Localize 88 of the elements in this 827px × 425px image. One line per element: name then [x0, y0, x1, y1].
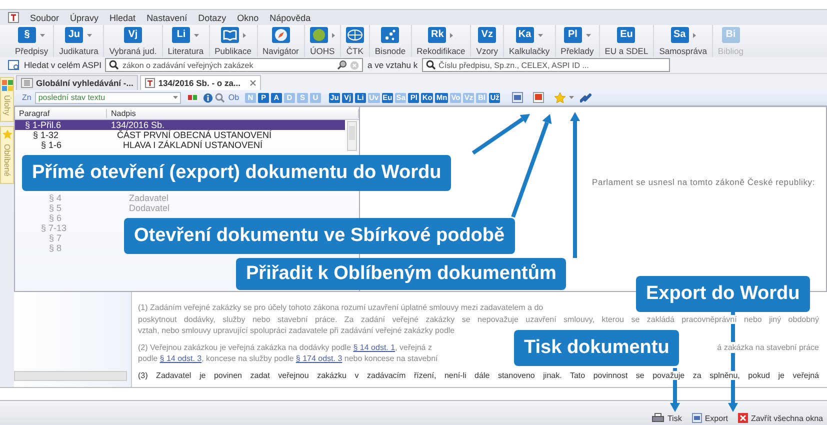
printer-icon [652, 413, 664, 423]
caret-icon [173, 96, 178, 99]
word-document-icon [512, 92, 524, 103]
close-icon[interactable] [250, 80, 256, 86]
relation-input[interactable]: Číslu předpisu, Sp.zn., CELEX, ASPI ID ... [438, 60, 666, 70]
menu-item[interactable]: Okno [237, 12, 259, 22]
ribbon-icon: Ka [516, 27, 534, 43]
toolbar-button[interactable]: Ob [228, 93, 240, 102]
preamble-text: Parlament se usnesl na tomto zákoně České republiky: [592, 177, 816, 187]
callout-label: Přiřadit k Oblíbeným dokumentům [236, 258, 566, 290]
ribbon-icon: Ju [65, 27, 84, 43]
document-text: á zakázka na stavební práce [717, 342, 819, 353]
ribbon-button[interactable]: ČTK [340, 25, 370, 57]
search-icon [215, 92, 226, 102]
list-icon [21, 78, 33, 88]
tab[interactable]: 134/2016 Sb. - o za... [140, 75, 261, 90]
section-link[interactable]: § 14 odst. 1 [353, 342, 396, 352]
link-icon [580, 92, 592, 102]
pdf-document-icon [533, 92, 544, 103]
document-text: vztah, nebo smlouvy upravující spolupráci zadavatele při zadávání veřejné zakázky podle [138, 326, 455, 335]
book-icon [220, 27, 239, 43]
heading-cell[interactable]: 134/2016 Sb. [107, 120, 345, 130]
ribbon-icon: Vj [124, 27, 142, 43]
ribbon-icon: Bi [722, 27, 740, 43]
magnifier-icon [337, 60, 348, 70]
menu-item[interactable]: Úpravy [70, 12, 99, 22]
version-dropdown[interactable]: poslední stav textu [35, 92, 182, 104]
document-text: (3) Zadavatel je povinen zadat veřejnou zakázku v zadávacím řízení, není-li dále stanoveno jinak. Tato povinnost se považuje za splněnu, pokud je veřejná [138, 370, 819, 380]
globe-icon [346, 27, 364, 43]
version-label: Zn [22, 93, 32, 102]
badge-icon [310, 27, 328, 43]
search-icon [109, 60, 120, 70]
paragraph-cell[interactable]: § 1-6 [15, 140, 107, 150]
ribbon-icon: Sa [670, 27, 689, 43]
paragraph-cell[interactable]: § 1-Přil.6 [15, 120, 107, 130]
menu-item[interactable]: Soubor [30, 12, 60, 22]
scrollbar[interactable] [347, 121, 357, 151]
flag-icon [187, 93, 202, 102]
search-input[interactable]: zákon o zadávání veřejných zakázek [122, 60, 334, 70]
star-icon [554, 92, 566, 104]
document-text: podle § 14 odst. 3, koncese na služby podle § 174 odst. 3 nebo koncese na stavební [138, 354, 438, 363]
ribbon-icon: Pl [564, 27, 582, 43]
tab[interactable]: Globální vyhledávání -... [16, 75, 138, 90]
close-icon [738, 413, 748, 423]
callout-label: Export do Wordu [636, 276, 810, 312]
clear-icon [350, 60, 360, 70]
menu-item[interactable]: Hledat [110, 12, 136, 22]
ribbon-icon: Rk [428, 27, 446, 43]
star-icon [2, 129, 12, 140]
relation-field[interactable]: Číslu předpisu, Sp.zn., CELEX, ASPI ID ... [422, 58, 670, 72]
ribbon-icon: § [18, 27, 36, 43]
search-field[interactable]: zákon o zadávání veřejných zakázek [105, 58, 364, 72]
search-icon [426, 60, 436, 70]
callout-label: Tisk dokumentu [514, 330, 680, 366]
scrollbar[interactable] [14, 371, 127, 381]
menu-item[interactable]: Nápověda [270, 12, 311, 22]
heading-cell[interactable]: ČÁST PRVNÍ OBECNÁ USTANOVENÍ [107, 130, 345, 140]
ribbon-button[interactable]: ÚOHS [304, 25, 341, 57]
search-scope-icon [8, 60, 20, 70]
tiles-icon [2, 80, 12, 91]
ribbon-icon: Vz [478, 27, 496, 43]
document-text: (1) Zadáním veřejné zakázky se pro účely tohoto zákona rozumí uzavření úplatné smlouvy mezi zadavatelem a do [138, 303, 544, 312]
network-icon [381, 27, 400, 43]
callout-label: Přímé otevření (export) dokumentu do Wordu [22, 155, 452, 191]
word-document-icon [692, 413, 702, 423]
ribbon-icon: Li [172, 27, 190, 43]
status-button[interactable]: Tisk [652, 413, 682, 423]
status-button[interactable]: Export [692, 413, 728, 423]
paragraph-cell[interactable]: § 1-32 [15, 130, 107, 140]
relation-label: a ve vztahu k [367, 60, 418, 70]
caret-icon [569, 96, 574, 99]
compass-icon [272, 27, 290, 43]
ribbon-icon: Eu [617, 27, 636, 43]
callout-label: Otevření dokumentu ve Sbírkové podobě [124, 218, 515, 254]
document-text: poskytnout dodávky, služby nebo stavební práce. Za zadání veřejné zakázky se nepovažuje uzavření smlouvy, kterou se zakládá pracovněprávní nebo jiný obdobný [138, 314, 819, 324]
heading-cell[interactable]: HLAVA I ZÁKLADNÍ USTANOVENÍ [107, 140, 345, 150]
column-header[interactable]: Paragraf [15, 108, 107, 118]
column-header[interactable]: Nadpis [107, 108, 359, 118]
document-icon [145, 78, 156, 88]
document-icon [8, 12, 19, 23]
section-link[interactable]: § 14 odst. 3 [160, 354, 202, 363]
document-text: (2) Veřejnou zakázkou je veřejná zakázka na dodávky podle § 14 odst. 1, veřejná z [138, 342, 432, 353]
menu-item[interactable]: Dotazy [198, 12, 226, 22]
status-button[interactable]: Zavřít všechna okna [738, 413, 823, 423]
search-scope-label: Hledat v celém ASPI [24, 60, 102, 70]
menu-item[interactable]: Nastavení [146, 12, 188, 22]
info-icon [203, 92, 214, 102]
section-link[interactable]: § 174 odst. 3 [296, 354, 342, 363]
